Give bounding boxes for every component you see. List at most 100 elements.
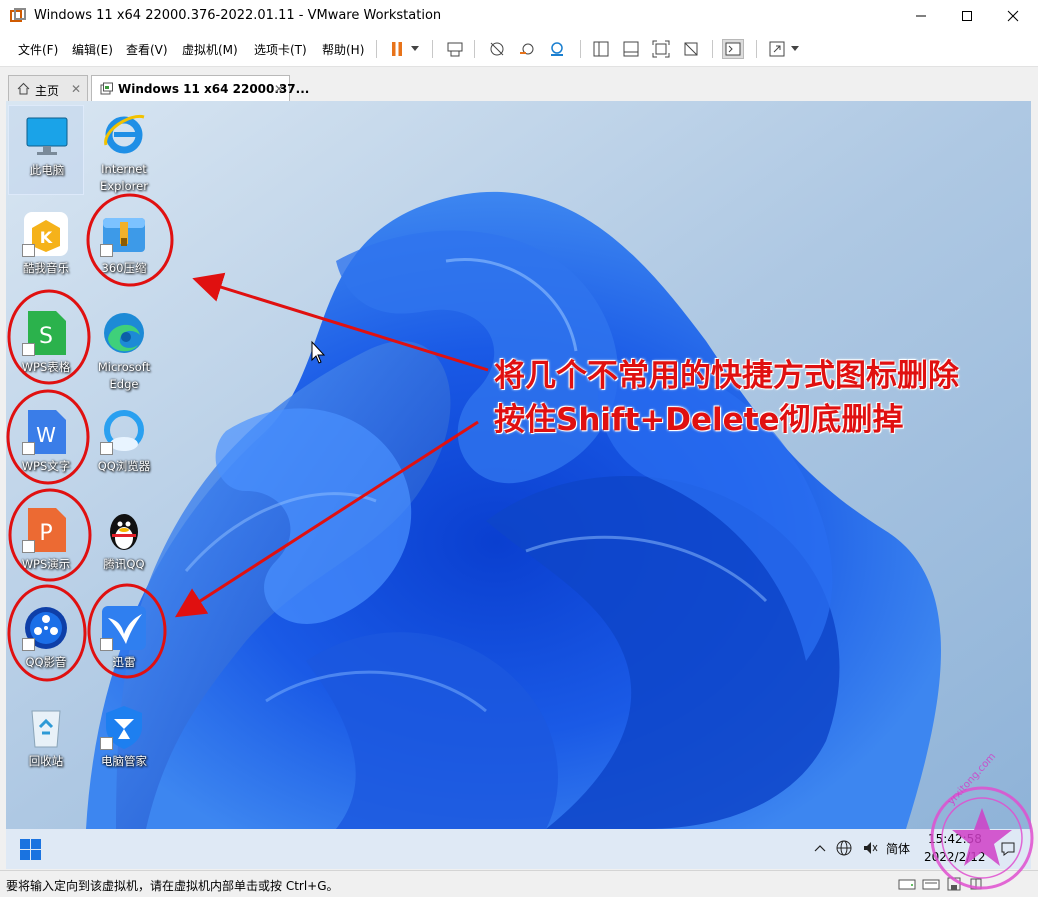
tab-vm-close-icon[interactable]: ✕	[274, 82, 284, 96]
chevron-up-icon[interactable]	[814, 843, 826, 853]
power-dropdown[interactable]	[408, 39, 422, 59]
unity-button[interactable]	[680, 39, 702, 59]
minimize-icon	[916, 15, 926, 17]
terminal-icon	[725, 42, 741, 56]
desktop-icon-wps-writer[interactable]: W WPS文字	[8, 402, 84, 492]
home-icon	[17, 82, 30, 95]
stretch-button[interactable]	[766, 39, 788, 59]
show-thumbnail-button[interactable]	[620, 39, 642, 59]
desktop-icon-label: 360压缩	[101, 261, 147, 275]
windows-start-icon[interactable]	[20, 839, 41, 860]
desktop-icon-wps-presentation[interactable]: P WPS演示	[8, 500, 84, 590]
shortcut-arrow-icon	[22, 244, 35, 257]
shortcut-arrow-icon	[100, 442, 113, 455]
pause-button[interactable]	[386, 39, 408, 59]
desktop-icon-qq-browser[interactable]: QQ浏览器	[86, 402, 162, 492]
tab-home-label: 主页	[35, 84, 60, 98]
menu-file[interactable]: 文件(F)	[18, 41, 58, 58]
usb-device-icon[interactable]	[968, 876, 984, 892]
vmware-app-icon	[10, 8, 26, 22]
tab-vm[interactable]: Windows 11 x64 22000.37... ✕	[91, 75, 309, 101]
toolbar-separator	[580, 40, 581, 58]
revert-snapshot-icon	[520, 43, 534, 55]
cd-drive-icon[interactable]	[922, 877, 940, 891]
taskbar-date[interactable]: 2022/2/12	[924, 849, 986, 866]
menu-vm[interactable]: 虚拟机(M)	[182, 41, 238, 58]
desktop-icon-internet-explorer[interactable]: Internet Explorer	[86, 105, 162, 201]
hard-disk-icon[interactable]	[898, 877, 916, 891]
desktop-icon-edge[interactable]: Microsoft Edge	[86, 303, 162, 399]
windows-taskbar: 简体 15:42:58 2022/2/12	[6, 829, 1031, 869]
window-title: Windows 11 x64 22000.376-2022.01.11 - VM…	[34, 8, 442, 23]
menu-help[interactable]: 帮助(H)	[322, 41, 364, 58]
shortcut-arrow-icon	[100, 638, 113, 651]
network-globe-icon[interactable]	[836, 840, 852, 856]
taskbar-time[interactable]: 15:42:58	[928, 831, 982, 848]
edge-icon	[104, 313, 144, 353]
shortcut-arrow-icon	[100, 737, 113, 750]
vm-display[interactable]: 此电脑 Internet Explorer K 酷我音乐 360压缩 S WPS…	[6, 101, 1031, 869]
tab-home[interactable]: 主页 ✕	[8, 75, 88, 101]
desktop-icon-label: 回收站	[28, 754, 64, 768]
desktop-icon-label: 腾讯QQ	[103, 557, 145, 571]
desktop-icon-pc-manager[interactable]: 电脑管家	[86, 697, 162, 787]
console-view-button[interactable]	[722, 39, 744, 59]
speaker-muted-icon[interactable]	[862, 840, 878, 856]
show-library-button[interactable]	[590, 39, 612, 59]
send-ctrl-alt-del-button[interactable]	[444, 39, 466, 59]
shortcut-arrow-icon	[100, 244, 113, 257]
notification-icon[interactable]	[1000, 841, 1016, 857]
ime-indicator[interactable]: 简体	[886, 840, 910, 857]
close-button[interactable]	[990, 0, 1036, 32]
full-screen-button[interactable]	[650, 39, 672, 59]
shortcut-arrow-icon	[22, 442, 35, 455]
toolbar-separator	[432, 40, 433, 58]
revert-snapshot-button[interactable]	[516, 39, 538, 59]
desktop-icon-label: 电脑管家	[101, 754, 147, 768]
tab-home-close-icon[interactable]: ✕	[71, 82, 81, 96]
shortcut-arrow-icon	[22, 540, 35, 553]
title-bar: Windows 11 x64 22000.376-2022.01.11 - VM…	[0, 0, 1038, 32]
toolbar-separator	[756, 40, 757, 58]
snapshot-button[interactable]	[486, 39, 508, 59]
desktop-icon-label: Internet Explorer	[100, 162, 148, 193]
stretch-dropdown[interactable]	[788, 39, 802, 59]
tab-bar: 主页 ✕ Windows 11 x64 22000.37... ✕	[0, 67, 1038, 101]
shortcut-arrow-icon	[22, 343, 35, 356]
maximize-button[interactable]	[944, 0, 990, 32]
menu-edit[interactable]: 编辑(E)	[72, 41, 113, 58]
annotation-text-line2: 按住Shift+Delete彻底删掉	[494, 402, 904, 438]
desktop-icon-xunlei[interactable]: 迅雷	[86, 598, 162, 688]
desktop-icon-360-zip[interactable]: 360压缩	[86, 204, 162, 294]
desktop-icon-label: QQ浏览器	[97, 459, 151, 473]
annotation-text-line1: 将几个不常用的快捷方式图标删除	[494, 358, 959, 394]
desktop-icon-label: 酷我音乐	[23, 261, 69, 275]
svg-text:W: W	[36, 423, 56, 447]
svg-text:K: K	[40, 228, 53, 247]
toolbar-separator	[474, 40, 475, 58]
desktop-icon-kuwo-music[interactable]: K 酷我音乐	[8, 204, 84, 294]
bottom-panel-layout-icon	[623, 41, 639, 57]
unity-icon	[684, 42, 698, 56]
menu-tabs[interactable]: 选项卡(T)	[254, 41, 307, 58]
snapshot-manager-button[interactable]	[546, 39, 568, 59]
desktop-icon-label: WPS表格	[21, 360, 71, 374]
desktop-icon-wps-spreadsheet[interactable]: S WPS表格	[8, 303, 84, 393]
status-bar: 要将输入定向到该虚拟机，请在虚拟机内部单击或按 Ctrl+G。	[0, 870, 1038, 897]
chevron-down-icon	[411, 46, 419, 51]
svg-text:P: P	[39, 521, 52, 546]
desktop-icon-this-pc[interactable]: 此电脑	[8, 105, 84, 195]
desktop-icon-qq-player[interactable]: QQ影音	[8, 598, 84, 688]
desktop-icon-label: 此电脑	[29, 163, 65, 177]
desktop-icon-recycle-bin[interactable]: 回收站	[8, 697, 84, 787]
desktop-icon-qq[interactable]: 腾讯QQ	[86, 500, 162, 590]
network-adapter-icon[interactable]	[946, 876, 962, 892]
pause-icon	[392, 42, 402, 56]
menu-view[interactable]: 查看(V)	[126, 41, 168, 58]
recycle-bin-icon	[31, 710, 61, 748]
qq-penguin-icon	[110, 514, 138, 550]
desktop-icon-label: WPS文字	[21, 459, 71, 473]
close-icon	[1007, 10, 1019, 22]
snapshot-icon	[490, 42, 504, 56]
minimize-button[interactable]	[898, 0, 944, 32]
